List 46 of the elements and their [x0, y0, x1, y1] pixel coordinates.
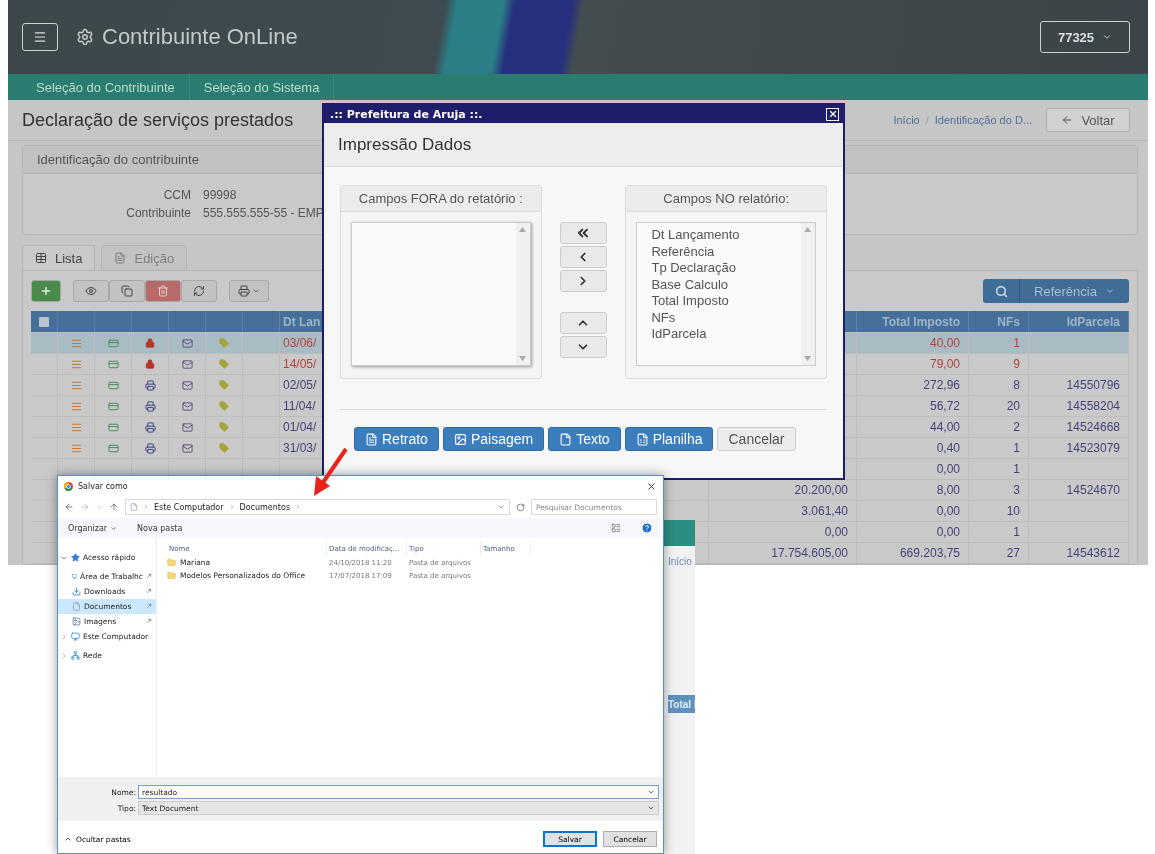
page-title: Declaração de serviços prestados: [22, 109, 294, 131]
table-cell: 10: [969, 501, 1029, 521]
table-cell: 0,00: [709, 522, 857, 542]
table-cell: 14524670: [1029, 480, 1129, 500]
table-cell: 8,00: [857, 480, 969, 500]
table-cell: 56,72: [857, 396, 969, 416]
field-value: 555.555.555-55 - EMP: [203, 206, 324, 220]
table-cell: 27: [969, 543, 1029, 563]
table-cell: 1: [969, 459, 1029, 479]
table-cell: 3.061,40: [709, 501, 857, 521]
table-cell: 14524668: [1029, 417, 1129, 437]
table-cell: 44,00: [857, 417, 969, 437]
table-cell: 669.203,75: [857, 543, 969, 563]
table-cell: 0,00: [857, 501, 969, 521]
field-value: 99998: [203, 188, 237, 202]
panel-heading: Campos FORA do retatório :: [341, 186, 541, 212]
dialog-heading: Impressão Dados: [324, 123, 843, 167]
column-header: IdParcela: [1029, 311, 1129, 332]
breadcrumb-separator: /: [925, 114, 929, 127]
table-cell: 1: [969, 333, 1029, 353]
table-cell: 272,96: [857, 375, 969, 395]
app-title: Contribuinte OnLine: [102, 24, 298, 51]
field-label: Contribuinte: [125, 206, 191, 220]
column-header: Total Imposto: [857, 311, 969, 332]
dialog-title: .:: Prefeitura de Aruja ::.: [330, 107, 483, 121]
panel-heading: Campos NO relatório:: [626, 186, 826, 212]
table-cell: 14523079: [1029, 438, 1129, 458]
table-cell: 0,00: [857, 459, 969, 479]
table-cell: 3: [969, 480, 1029, 500]
table-cell: 0,00: [857, 522, 969, 542]
table-cell: 9: [969, 354, 1029, 374]
field-label: CCM: [162, 188, 191, 202]
table-cell: 1: [969, 522, 1029, 542]
table-cell: 20: [969, 396, 1029, 416]
column-header: NFs: [969, 311, 1029, 332]
table-cell: 14550796: [1029, 375, 1129, 395]
table-cell: 2: [969, 417, 1029, 437]
table-cell: 79,00: [857, 354, 969, 374]
table-cell: 17.754.605,00: [709, 543, 857, 563]
table-cell: 40,00: [857, 333, 969, 353]
table-cell: 0,40: [857, 438, 969, 458]
table-cell: 14558204: [1029, 396, 1129, 416]
table-cell: 8: [969, 375, 1029, 395]
table-cell: 14543612: [1029, 543, 1129, 563]
dialog-title: Salvar como: [78, 481, 128, 491]
table-cell: 1: [969, 438, 1029, 458]
